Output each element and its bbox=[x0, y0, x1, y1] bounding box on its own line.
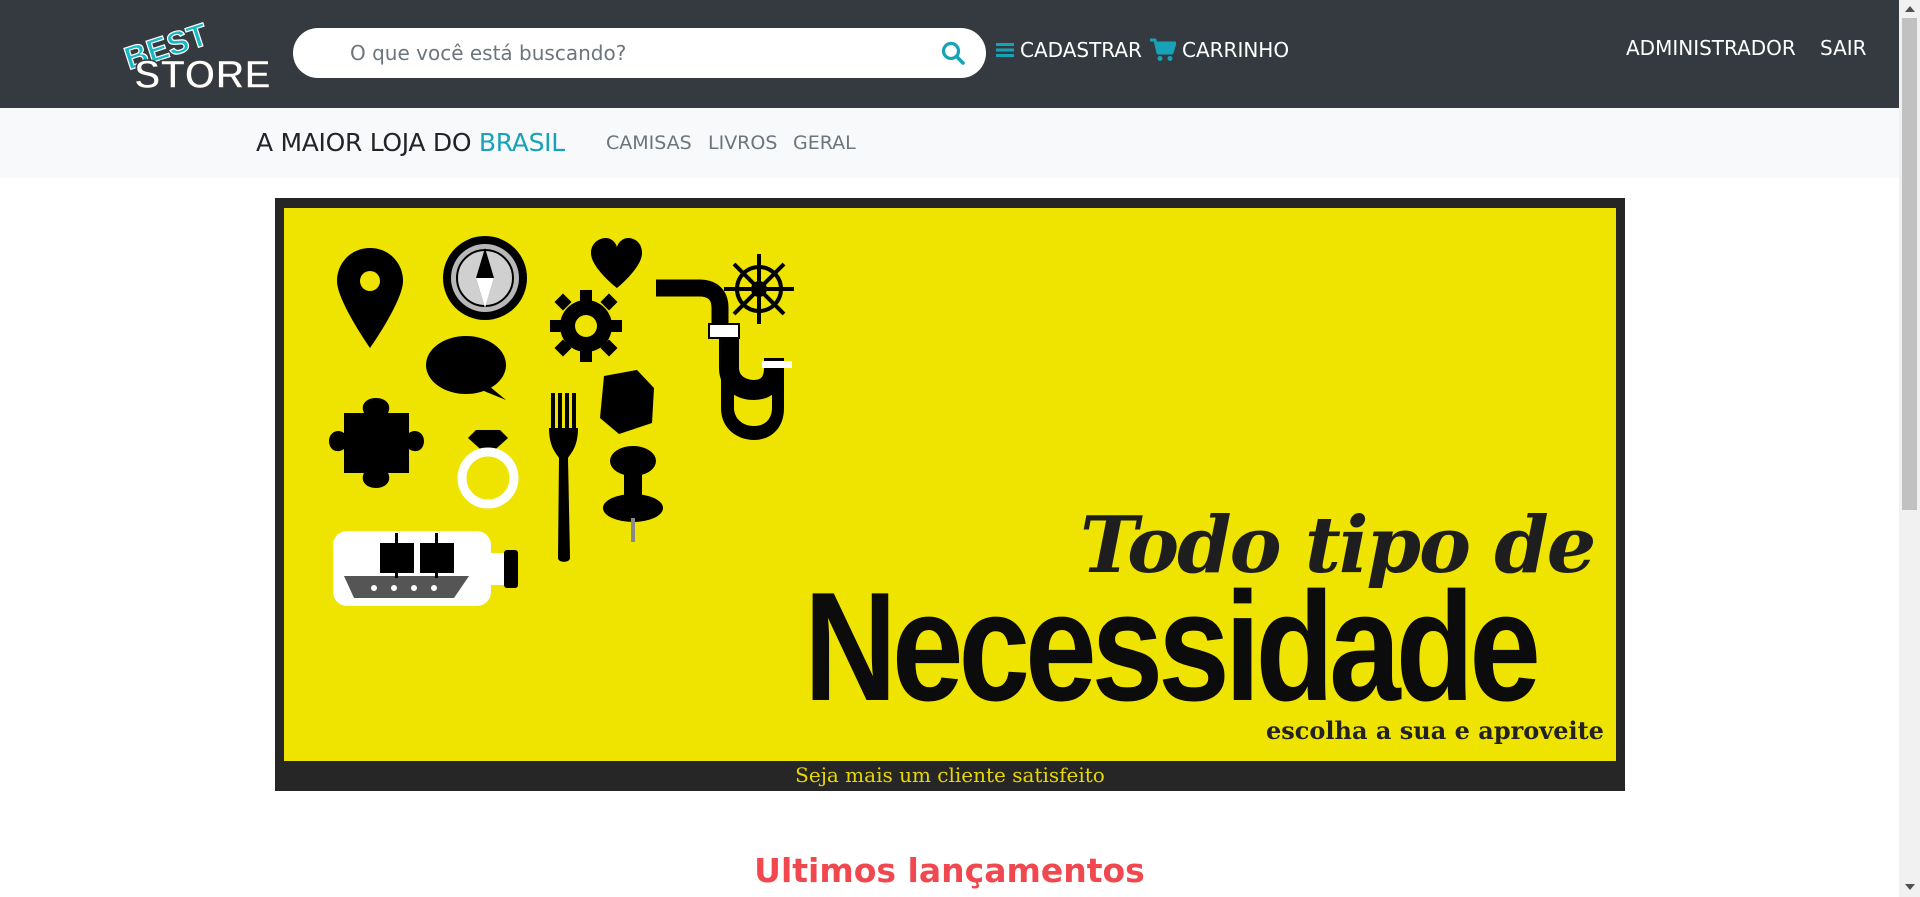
hexagon-icon bbox=[600, 370, 654, 434]
best-store-logo[interactable]: BEST STORE bbox=[118, 14, 274, 94]
puzzle-piece-icon bbox=[329, 398, 424, 488]
ring-icon bbox=[457, 430, 519, 509]
scroll-down-arrow-icon[interactable] bbox=[1905, 884, 1915, 890]
store-slogan[interactable]: A MAIOR LOJA DO BRASIL bbox=[256, 128, 565, 157]
logo-store-text: STORE bbox=[134, 53, 271, 94]
hero-banner[interactable]: Todo tipo de Necessidade escolha a sua e… bbox=[275, 198, 1625, 791]
category-geral[interactable]: GERAL bbox=[793, 132, 856, 154]
search-input[interactable] bbox=[350, 28, 910, 78]
banner-headline-line3: escolha a sua e aproveite bbox=[1266, 716, 1604, 745]
scrollbar-thumb[interactable] bbox=[1902, 18, 1917, 510]
register-label: CADASTRAR bbox=[1020, 38, 1142, 62]
admin-link[interactable]: ADMINISTRADOR bbox=[1626, 32, 1796, 64]
compass-icon bbox=[443, 236, 527, 320]
fork-icon bbox=[549, 393, 578, 562]
page: BEST STORE CADASTRAR bbox=[0, 0, 1920, 897]
banner-headline-line2: Necessidade bbox=[804, 560, 1541, 733]
push-pin-icon bbox=[603, 446, 663, 542]
latest-releases-title: Ultimos lançamentos bbox=[754, 851, 1145, 890]
top-navbar: BEST STORE CADASTRAR bbox=[0, 0, 1899, 108]
gear-icon bbox=[550, 290, 622, 362]
shopping-cart-icon bbox=[1150, 38, 1176, 61]
search-icon[interactable] bbox=[940, 40, 968, 68]
page-scrollbar[interactable] bbox=[1899, 0, 1920, 897]
register-link[interactable]: CADASTRAR bbox=[996, 34, 1142, 66]
pipe-icon bbox=[656, 279, 792, 440]
ship-wheel-icon bbox=[724, 254, 794, 324]
slogan-accent: BRASIL bbox=[478, 128, 565, 157]
category-camisas[interactable]: CAMISAS bbox=[606, 132, 692, 154]
logout-link[interactable]: SAIR bbox=[1820, 32, 1867, 64]
speech-bubble-icon bbox=[426, 336, 506, 400]
scroll-up-arrow-icon[interactable] bbox=[1905, 6, 1915, 12]
heart-icon bbox=[591, 238, 642, 288]
cart-link[interactable]: CARRINHO bbox=[1150, 34, 1289, 66]
map-pin-icon bbox=[337, 248, 403, 348]
search-bar bbox=[293, 28, 986, 78]
ship-in-bottle-icon bbox=[333, 531, 518, 606]
banner-image: Todo tipo de Necessidade escolha a sua e… bbox=[284, 208, 1616, 761]
cart-label: CARRINHO bbox=[1182, 38, 1290, 62]
banner-caption: Seja mais um cliente satisfeito bbox=[795, 763, 1105, 787]
menu-icon bbox=[996, 43, 1014, 57]
category-livros[interactable]: LIVROS bbox=[708, 132, 777, 154]
slogan-prefix: A MAIOR LOJA DO bbox=[256, 128, 479, 157]
